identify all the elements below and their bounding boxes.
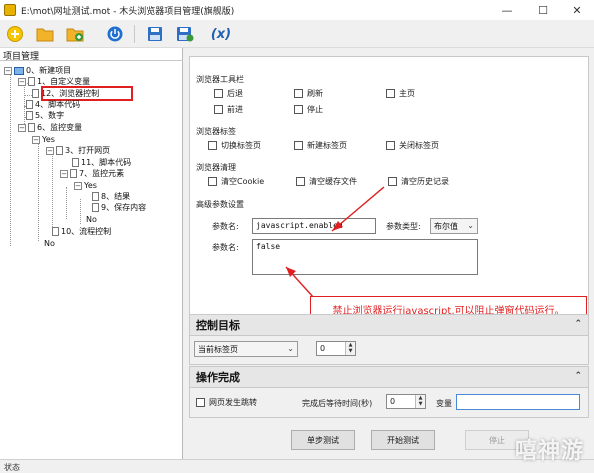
app-window: E:\mot\网址测试.mot - 木头浏览器项目管理(旗舰版) — ☐ ✕ (… [0, 0, 594, 473]
properties-panel: 浏览器工具栏 后退 刷新 主页 前进 停止 浏览器标签 切换标签页 新建标签页 … [185, 48, 594, 459]
browser-control-settings: 浏览器工具栏 后退 刷新 主页 前进 停止 浏览器标签 切换标签页 新建标签页 … [189, 56, 589, 352]
toolbar: (x) [0, 20, 594, 48]
tree-line [38, 139, 39, 241]
document-icon [26, 111, 33, 120]
close-button[interactable]: ✕ [560, 0, 594, 20]
spinner-arrows-icon[interactable]: ▲ ▼ [345, 342, 355, 355]
window-title: E:\mot\网址测试.mot - 木头浏览器项目管理(旗舰版) [21, 6, 235, 17]
save-icon[interactable] [144, 23, 166, 45]
tree-node[interactable]: −7、监控元素 [60, 168, 124, 179]
tree-node[interactable]: No [86, 214, 97, 225]
tree-line [66, 187, 67, 219]
control-target-body: 当前标签页 ⌄ 0 ▲ ▼ [189, 336, 589, 365]
document-icon [92, 203, 99, 212]
control-target-header[interactable]: 控制目标 ⌃ [189, 314, 589, 336]
project-panel: 项目管理 −0、新建项目 −1、自定义变量 12、浏览器控制 4、脚本代码 5、… [0, 48, 183, 459]
collapse-icon[interactable]: − [18, 123, 26, 132]
operation-done-header[interactable]: 操作完成 ⌃ [189, 366, 589, 388]
tree-node[interactable]: −6、监控变量 [18, 122, 82, 133]
collapse-icon[interactable]: − [18, 77, 26, 86]
spinner-arrows-icon[interactable]: ▲ ▼ [415, 395, 425, 408]
new-icon[interactable] [4, 23, 26, 45]
page-jump-checkbox[interactable]: 网页发生跳转 [196, 397, 257, 408]
tree-node[interactable]: 11、脚本代码 [72, 157, 131, 168]
document-icon [52, 227, 59, 236]
tree-line [24, 95, 32, 96]
target-index-spinner[interactable]: 0 ▲ ▼ [316, 341, 356, 356]
tree-node[interactable]: − Yes [32, 134, 55, 145]
document-icon [56, 146, 63, 155]
tree-node[interactable]: − Yes [74, 180, 97, 191]
collapse-icon[interactable]: − [60, 169, 68, 178]
tree-line [80, 199, 81, 224]
open-folder-icon[interactable] [34, 23, 56, 45]
project-tree: −0、新建项目 −1、自定义变量 12、浏览器控制 4、脚本代码 5、数字 −6… [0, 60, 183, 458]
operation-done-body: 网页发生跳转 完成后等待时间(秒) 0 ▲ ▼ 变量 [189, 388, 589, 418]
chevron-down-icon: ⌄ [287, 344, 294, 353]
tree-node[interactable]: 8、结果 [92, 191, 130, 202]
tree-line [10, 72, 11, 246]
title-bar: E:\mot\网址测试.mot - 木头浏览器项目管理(旗舰版) — ☐ ✕ [0, 0, 594, 20]
tree-node[interactable]: −3、打开网页 [46, 145, 110, 156]
document-icon [28, 123, 35, 132]
wait-time-label: 完成后等待时间(秒) [302, 399, 373, 408]
collapse-icon[interactable]: − [46, 146, 54, 155]
toolbar-separator [134, 25, 135, 43]
tree-node[interactable]: 5、数字 [26, 110, 64, 121]
collapse-icon[interactable]: − [32, 135, 40, 144]
variable-input[interactable] [456, 394, 580, 410]
maximize-button[interactable]: ☐ [526, 0, 560, 20]
collapse-chevron-icon[interactable]: ⌃ [574, 319, 582, 329]
status-bar: 状态 [0, 459, 594, 473]
document-icon [70, 169, 77, 178]
document-icon [72, 158, 79, 167]
collapse-icon[interactable]: − [74, 181, 82, 190]
document-icon [92, 192, 99, 201]
tree-node[interactable]: No [44, 238, 55, 249]
add-folder-icon[interactable] [64, 23, 86, 45]
status-text: 状态 [4, 463, 20, 472]
step-test-button[interactable]: 单步测试 [291, 430, 355, 450]
start-test-button[interactable]: 开始测试 [371, 430, 435, 450]
computer-icon [14, 66, 24, 75]
tree-node[interactable]: 4、脚本代码 [26, 99, 80, 110]
tree-node[interactable]: −0、新建项目 [4, 65, 71, 76]
variable-icon[interactable]: (x) [206, 23, 236, 45]
target-select[interactable]: 当前标签页 ⌄ [194, 341, 298, 357]
power-icon[interactable] [104, 23, 126, 45]
save-as-icon[interactable] [174, 23, 196, 45]
variable-label: 变量 [436, 399, 452, 408]
checkbox-box[interactable] [196, 398, 205, 407]
watermark-logo: 嘻神游 [514, 439, 584, 464]
tree-node[interactable]: 10、流程控制 [52, 226, 111, 237]
minimize-button[interactable]: — [490, 0, 524, 20]
app-icon [4, 4, 16, 16]
document-icon [28, 77, 35, 86]
tree-node[interactable]: 9、保存内容 [92, 202, 146, 213]
tree-line [52, 153, 53, 231]
document-icon [26, 100, 33, 109]
document-icon [32, 89, 39, 98]
wait-time-spinner[interactable]: 0 ▲ ▼ [386, 394, 426, 409]
collapse-chevron-icon[interactable]: ⌃ [574, 371, 582, 381]
collapse-icon[interactable]: − [4, 66, 12, 75]
